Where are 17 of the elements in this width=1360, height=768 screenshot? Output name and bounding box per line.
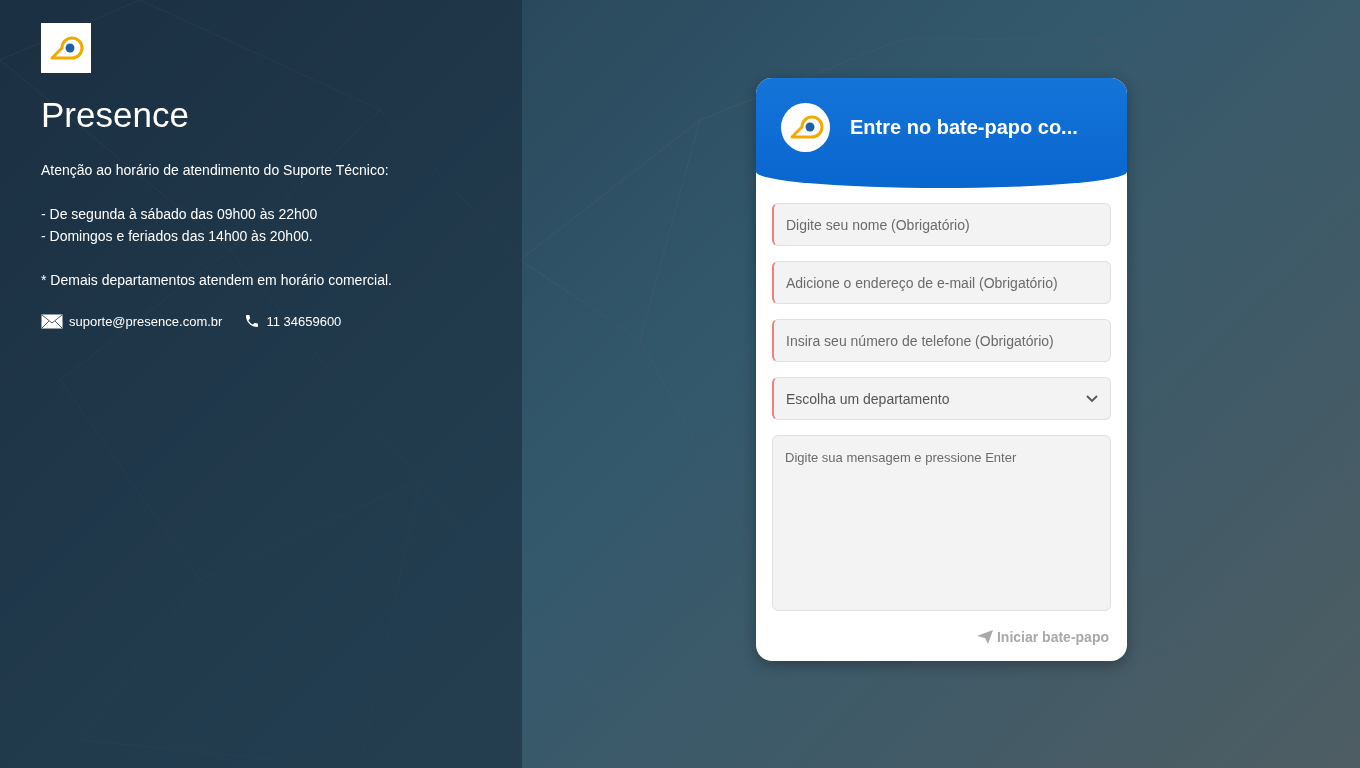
message-field[interactable]: Digite sua mensagem e pressione Enter xyxy=(772,435,1111,611)
chevron-down-icon xyxy=(1086,394,1098,403)
note-text: * Demais departamentos atendem em horário comercial. xyxy=(41,271,393,290)
logo-icon xyxy=(48,34,84,62)
chat-title: Entre no bate-papo co... xyxy=(850,115,1078,139)
phone-icon xyxy=(244,313,261,329)
send-icon xyxy=(976,630,993,644)
hours-heading: Atenção ao horário de atendimento do Suporte Técnico: xyxy=(41,161,390,180)
mail-icon xyxy=(41,313,63,329)
input-field[interactable]: Adicione o endereço de e-mail (Obrigatório) xyxy=(772,261,1111,304)
input-field[interactable]: Insira seu número de telefone (Obrigatório) xyxy=(772,319,1111,362)
phone-number: 11 34659600 xyxy=(266,313,342,329)
brand-title: Presence xyxy=(41,95,190,135)
input-field[interactable]: Digite seu nome (Obrigatório) xyxy=(772,203,1111,246)
hours-line: - Domingos e feriados das 14h00 às 20h00. xyxy=(41,227,314,246)
hours-line: - De segunda à sábado das 09h00 às 22h00 xyxy=(41,205,319,224)
department-select[interactable]: Escolha um departamento xyxy=(772,377,1111,420)
